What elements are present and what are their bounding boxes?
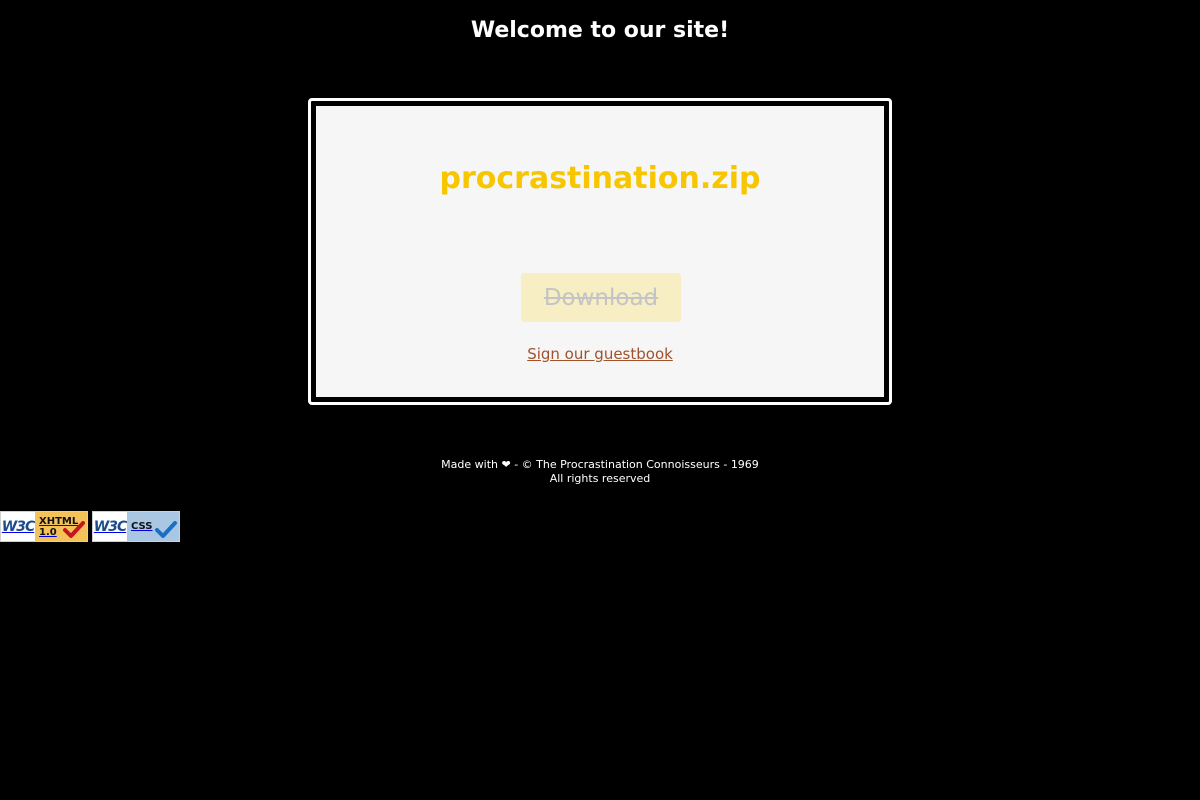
css-valid-badge[interactable]: W3C CSS xyxy=(92,511,180,542)
download-card-inner: procrastination.zip Download Sign our gu… xyxy=(314,104,886,399)
page-title: Welcome to our site! xyxy=(470,18,730,43)
footer: Made with ❤ - © The Procrastination Conn… xyxy=(0,458,1200,486)
w3c-logo: W3C xyxy=(1,512,35,541)
footer-rights: All rights reserved xyxy=(549,472,651,485)
validator-badges: W3C XHTML 1.0 W3C CSS xyxy=(0,511,180,542)
w3c-logo: W3C xyxy=(93,512,127,541)
footer-credits: Made with ❤ - © The Procrastination Conn… xyxy=(441,458,759,471)
guestbook-link-wrap: Sign our guestbook xyxy=(316,344,884,364)
xhtml-valid-badge[interactable]: W3C XHTML 1.0 xyxy=(0,511,88,542)
download-card: procrastination.zip Download Sign our gu… xyxy=(308,98,892,405)
check-icon xyxy=(155,521,177,538)
download-button[interactable]: Download xyxy=(521,273,681,322)
check-icon xyxy=(63,521,85,538)
guestbook-link[interactable]: Sign our guestbook xyxy=(527,345,673,363)
file-name: procrastination.zip xyxy=(439,161,761,196)
